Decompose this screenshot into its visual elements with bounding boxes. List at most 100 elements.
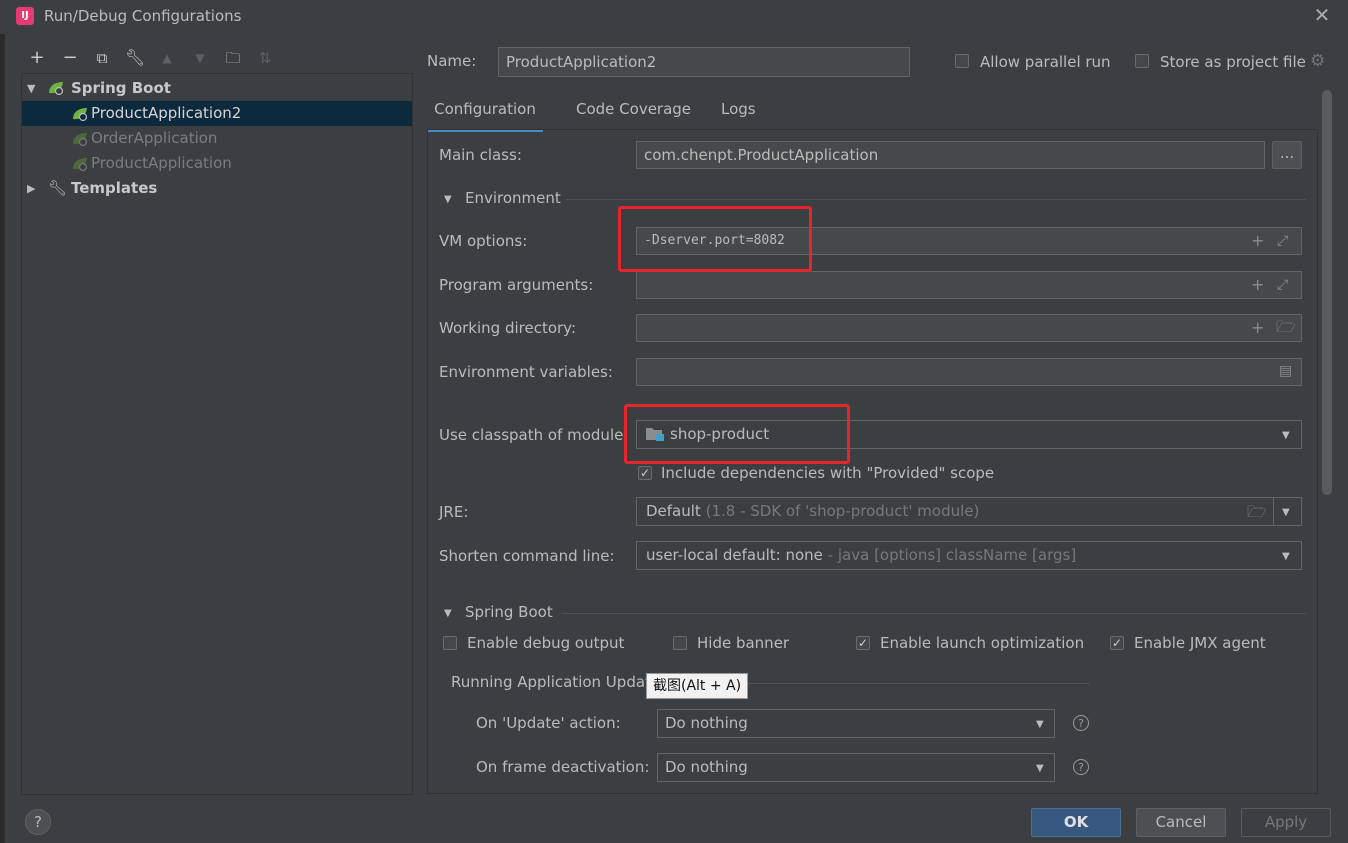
working-directory-input[interactable] (636, 314, 1302, 342)
close-icon[interactable]: ✕ (1311, 4, 1333, 26)
on-frame-select[interactable]: Do nothing (657, 753, 1055, 782)
vm-options-label: VM options: (439, 232, 528, 250)
environment-section-title: Environment (465, 189, 561, 207)
highlight-box-classpath (624, 404, 850, 464)
chevron-down-icon[interactable]: ▼ (1036, 763, 1044, 774)
browse-button[interactable]: ... (1272, 141, 1302, 169)
background-window-edge (0, 34, 5, 843)
jmx-agent-label: Enable JMX agent (1134, 634, 1266, 652)
on-update-select[interactable]: Do nothing (657, 709, 1055, 738)
folder-add-icon[interactable]: 🗀 (222, 47, 244, 69)
include-deps-label: Include dependencies with "Provided" sco… (661, 464, 995, 482)
screenshot-tooltip: 截图(Alt + A) (646, 673, 749, 699)
jre-label: JRE: (439, 503, 469, 521)
allow-parallel-checkbox[interactable] (955, 54, 969, 68)
remove-icon[interactable]: − (59, 47, 81, 69)
launch-optimization-checkbox[interactable]: ✓ (856, 636, 870, 650)
name-label: Name: (427, 52, 477, 70)
help-button[interactable]: ? (25, 809, 51, 835)
configuration-tree: ▼ Spring Boot ProductApplication2 OrderA… (21, 73, 413, 795)
copy-icon[interactable]: ⧉ (91, 47, 113, 69)
move-down-icon[interactable]: ▼ (189, 47, 211, 69)
spring-boot-icon (49, 82, 64, 95)
shorten-hint: - java [options] className [args] (827, 546, 1077, 564)
section-divider (566, 199, 1306, 200)
document-icon[interactable]: ▤ (1279, 363, 1292, 379)
environment-variables-input[interactable] (636, 358, 1302, 386)
hide-banner-checkbox[interactable] (673, 636, 687, 650)
tab-code-coverage[interactable]: Code Coverage (576, 99, 691, 129)
highlight-box-vm-options (618, 206, 812, 272)
working-directory-label: Working directory: (439, 319, 577, 337)
shorten-command-select[interactable]: user-local default: none - java [options… (636, 541, 1302, 570)
chevron-down-icon[interactable]: ▼ (1282, 551, 1290, 562)
include-deps-checkbox[interactable]: ✓ (638, 466, 652, 480)
tree-group-label: Spring Boot (71, 79, 171, 97)
collapse-arrow-icon[interactable]: ▼ (444, 608, 452, 619)
tree-item-productapplication[interactable]: ProductApplication (22, 151, 412, 176)
classpath-label: Use classpath of module: (439, 426, 629, 444)
debug-output-label: Enable debug output (467, 634, 625, 652)
tree-item-label: ProductApplication (91, 154, 232, 172)
folder-icon[interactable]: 🗁 (1247, 504, 1267, 520)
running-updates-title: Running Application Updat (451, 673, 651, 691)
help-icon[interactable]: ? (1073, 715, 1089, 731)
scrollbar-thumb[interactable] (1322, 90, 1332, 495)
tree-item-orderapplication[interactable]: OrderApplication (22, 126, 412, 151)
store-project-checkbox[interactable] (1135, 54, 1149, 68)
environment-variables-label: Environment variables: (439, 363, 613, 381)
chevron-down-icon[interactable]: ▼ (1282, 430, 1290, 441)
move-up-icon[interactable]: ▲ (156, 47, 178, 69)
launch-optimization-label: Enable launch optimization (880, 634, 1085, 652)
expanded-arrow-icon[interactable]: ▼ (27, 76, 35, 101)
spring-boot-section-title: Spring Boot (465, 603, 553, 621)
wrench-icon[interactable]: 🔧︎ (124, 47, 146, 69)
add-icon[interactable]: + (1251, 320, 1264, 336)
sort-icon[interactable]: ⇅ (254, 47, 276, 69)
add-icon[interactable]: + (1251, 277, 1264, 293)
allow-parallel-label: Allow parallel run (980, 53, 1111, 71)
gear-icon[interactable]: ⚙ (1310, 51, 1325, 71)
jmx-agent-checkbox[interactable]: ✓ (1110, 636, 1124, 650)
folder-icon[interactable]: 🗁 (1276, 319, 1296, 335)
main-class-input[interactable]: com.chenpt.ProductApplication (636, 141, 1265, 169)
apply-button[interactable]: Apply (1241, 808, 1331, 837)
tree-item-productapplication2[interactable]: ProductApplication2 (22, 101, 412, 126)
chevron-down-icon[interactable]: ▼ (1036, 719, 1044, 730)
expand-icon[interactable]: ⤢ (1277, 233, 1288, 249)
shorten-command-label: Shorten command line: (439, 547, 615, 565)
ok-button[interactable]: OK (1031, 808, 1121, 837)
expand-icon[interactable]: ⤢ (1277, 277, 1288, 293)
jre-select[interactable]: Default (1.8 - SDK of 'shop-product' mod… (636, 497, 1302, 526)
tree-group-templates[interactable]: ▶ 🔧︎ Templates (22, 176, 412, 201)
tree-group-spring-boot[interactable]: ▼ Spring Boot (22, 76, 412, 101)
debug-output-checkbox[interactable] (443, 636, 457, 650)
shorten-value: user-local default: none (646, 546, 823, 564)
window-title: Run/Debug Configurations (44, 7, 242, 25)
add-icon[interactable]: + (1251, 233, 1264, 249)
tab-configuration[interactable]: Configuration (427, 99, 543, 132)
help-icon[interactable]: ? (1073, 759, 1089, 775)
section-divider (745, 683, 1090, 684)
add-icon[interactable]: + (26, 47, 48, 69)
tree-group-label: Templates (71, 179, 158, 197)
wrench-icon: 🔧︎ (48, 179, 68, 197)
program-arguments-input[interactable] (636, 271, 1302, 299)
on-update-label: On 'Update' action: (476, 714, 621, 732)
jre-hint: (1.8 - SDK of 'shop-product' module) (705, 502, 980, 520)
main-class-label: Main class: (439, 146, 522, 164)
collapsed-arrow-icon[interactable]: ▶ (27, 176, 35, 201)
program-arguments-label: Program arguments: (439, 276, 594, 294)
name-input[interactable]: ProductApplication2 (498, 47, 910, 77)
section-divider (562, 613, 1306, 614)
spring-boot-app-icon (73, 133, 88, 146)
jre-value: Default (646, 502, 701, 520)
jre-divider (1273, 498, 1274, 525)
collapse-arrow-icon[interactable]: ▼ (444, 194, 452, 205)
cancel-button[interactable]: Cancel (1136, 808, 1226, 837)
chevron-down-icon[interactable]: ▼ (1282, 507, 1290, 518)
spring-boot-app-icon (73, 158, 88, 171)
spring-boot-app-icon (73, 108, 88, 121)
hide-banner-label: Hide banner (697, 634, 790, 652)
tab-logs[interactable]: Logs (721, 99, 756, 129)
